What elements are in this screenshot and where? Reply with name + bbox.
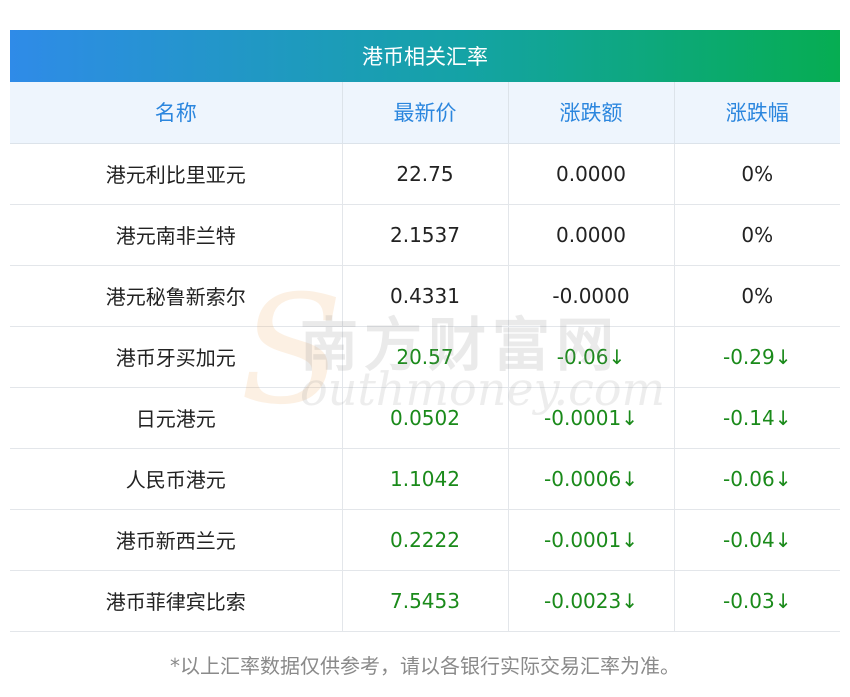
price-change-pct: 0% [674,143,840,205]
currency-pair-name: 港币菲律宾比索 [10,570,343,632]
latest-price: 7.5453 [342,570,509,632]
latest-price: 20.57 [342,326,509,388]
price-change-pct: -0.29↓ [674,326,840,388]
table-row[interactable]: 人民币港元 1.1042 -0.0006↓ -0.06↓ [10,448,840,510]
latest-price: 0.0502 [342,387,509,449]
currency-pair-name: 港元利比里亚元 [10,143,343,205]
table-title: 港币相关汇率 [10,30,840,82]
price-change: -0.0000 [508,265,675,327]
price-change: -0.0023↓ [508,570,675,632]
table-row[interactable]: 港币新西兰元 0.2222 -0.0001↓ -0.04↓ [10,509,840,571]
currency-pair-name: 港元秘鲁新索尔 [10,265,343,327]
table-row[interactable]: 港元南非兰特 2.1537 0.0000 0% [10,204,840,266]
table-row[interactable]: 港币牙买加元 20.57 -0.06↓ -0.29↓ [10,326,840,388]
price-change: 0.0000 [508,143,675,205]
currency-pair-name: 日元港元 [10,387,343,449]
currency-pair-name: 港币牙买加元 [10,326,343,388]
currency-pair-name: 人民币港元 [10,448,343,510]
price-change-pct: 0% [674,265,840,327]
table-header-row: 名称 最新价 涨跌额 涨跌幅 [10,82,840,144]
rate-table-panel: 港币相关汇率 名称 最新价 涨跌额 涨跌幅 港元利比里亚元 22.75 0.00… [10,30,840,632]
latest-price: 0.2222 [342,509,509,571]
latest-price: 2.1537 [342,204,509,266]
column-header-name: 名称 [10,82,343,144]
column-header-change-pct: 涨跌幅 [674,82,840,144]
latest-price: 22.75 [342,143,509,205]
price-change-pct: 0% [674,204,840,266]
disclaimer-note: *以上汇率数据仅供参考，请以各银行实际交易汇率为准。 [170,654,680,678]
price-change-pct: -0.06↓ [674,448,840,510]
price-change-pct: -0.14↓ [674,387,840,449]
column-header-change: 涨跌额 [508,82,675,144]
latest-price: 1.1042 [342,448,509,510]
price-change: -0.0006↓ [508,448,675,510]
price-change: -0.06↓ [508,326,675,388]
price-change-pct: -0.03↓ [674,570,840,632]
currency-pair-name: 港币新西兰元 [10,509,343,571]
rate-table: 名称 最新价 涨跌额 涨跌幅 港元利比里亚元 22.75 0.0000 0% 港… [10,82,840,632]
price-change: -0.0001↓ [508,387,675,449]
price-change: 0.0000 [508,204,675,266]
latest-price: 0.4331 [342,265,509,327]
price-change: -0.0001↓ [508,509,675,571]
table-row[interactable]: 日元港元 0.0502 -0.0001↓ -0.14↓ [10,387,840,449]
price-change-pct: -0.04↓ [674,509,840,571]
table-row[interactable]: 港元秘鲁新索尔 0.4331 -0.0000 0% [10,265,840,327]
table-row[interactable]: 港币菲律宾比索 7.5453 -0.0023↓ -0.03↓ [10,570,840,632]
column-header-price: 最新价 [342,82,509,144]
table-row[interactable]: 港元利比里亚元 22.75 0.0000 0% [10,143,840,205]
currency-pair-name: 港元南非兰特 [10,204,343,266]
